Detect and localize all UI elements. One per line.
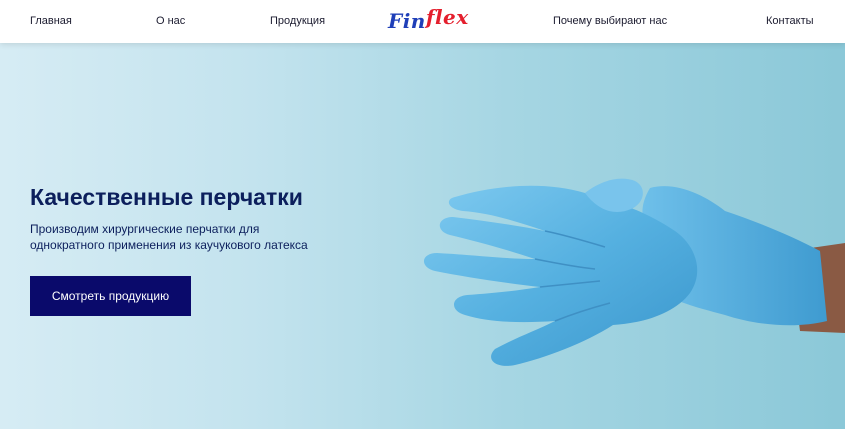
view-products-button[interactable]: Смотреть продукцию — [30, 276, 191, 316]
gloved-hands-image — [423, 178, 845, 366]
hero-title: Качественные перчатки — [30, 184, 303, 210]
nav-link-products[interactable]: Продукция — [270, 0, 325, 43]
hero-section: Качественные перчатки Производим хирурги… — [0, 43, 845, 429]
hero-subtitle-line-1: Производим хирургические перчатки для — [30, 222, 260, 236]
logo[interactable]: Finflex — [388, 5, 469, 36]
nav-link-why-us[interactable]: Почему выбирают нас — [553, 0, 667, 43]
logo-part-flex: flex — [425, 5, 469, 29]
nav-link-about[interactable]: О нас — [156, 0, 185, 43]
nav-link-home[interactable]: Главная — [30, 0, 72, 43]
nav-link-contacts[interactable]: Контакты — [766, 0, 814, 43]
navbar: Главная О нас Продукция Finflex Почему в… — [0, 0, 845, 43]
hero-subtitle-line-2: однократного применения из каучукового л… — [30, 238, 308, 252]
logo-part-fin: Fin — [388, 9, 426, 33]
hero-subtitle: Производим хирургические перчатки для од… — [30, 221, 360, 253]
